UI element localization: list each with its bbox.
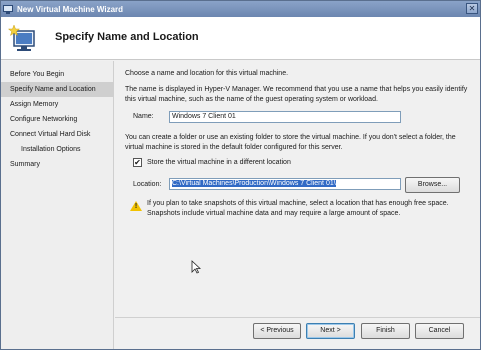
nav-item-installation-options[interactable]: Installation Options [1,142,113,157]
warning-text: If you plan to take snapshots of this vi… [147,200,449,217]
next-button[interactable]: Next > [306,323,355,339]
name-label: Name: [133,113,154,120]
browse-button[interactable]: Browse... [405,177,460,193]
location-label: Location: [133,181,162,188]
nav-item-before-you-begin[interactable]: Before You Begin [1,67,113,82]
vm-wizard-icon [3,4,14,15]
monitor-with-star-icon [8,24,35,51]
folder-help-text: You can create a folder or use an existi… [125,134,456,151]
location-input-selected-text: C:\Virtual Machines\Production\Windows 7… [172,180,336,187]
nav-item-summary[interactable]: Summary [1,157,113,172]
title-bar[interactable]: New Virtual Machine Wizard ✕ [1,1,480,17]
nav-item-connect-virtual-hard-disk[interactable]: Connect Virtual Hard Disk [1,127,113,142]
nav-item-configure-networking[interactable]: Configure Networking [1,112,113,127]
mouse-cursor-icon [191,260,201,274]
previous-button[interactable]: < Previous [253,323,301,339]
wizard-footer: < Previous Next > Finish Cancel [115,317,480,349]
store-location-checkbox-label[interactable]: Store the virtual machine in a different… [147,159,291,166]
wizard-content: Choose a name and location for this virt… [115,61,480,317]
page-title: Specify Name and Location [55,31,199,43]
name-help-text: The name is displayed in Hyper-V Manager… [125,86,468,103]
nav-item-assign-memory[interactable]: Assign Memory [1,97,113,112]
warning-exclamation: ! [134,203,138,210]
intro-text: Choose a name and location for this virt… [125,70,289,77]
close-button[interactable]: ✕ [466,3,478,14]
wizard-window: New Virtual Machine Wizard ✕ Specify Nam… [0,0,481,350]
cancel-button[interactable]: Cancel [415,323,464,339]
window-title: New Virtual Machine Wizard [17,4,124,14]
name-input[interactable]: Windows 7 Client 01 [169,111,401,123]
location-input[interactable]: C:\Virtual Machines\Production\Windows 7… [169,178,401,190]
store-location-checkbox[interactable]: ✔ [133,158,142,167]
wizard-steps-nav: Before You Begin Specify Name and Locati… [1,61,114,349]
finish-button[interactable]: Finish [361,323,410,339]
wizard-header: Specify Name and Location [1,17,480,60]
nav-item-specify-name-and-location[interactable]: Specify Name and Location [1,82,113,97]
